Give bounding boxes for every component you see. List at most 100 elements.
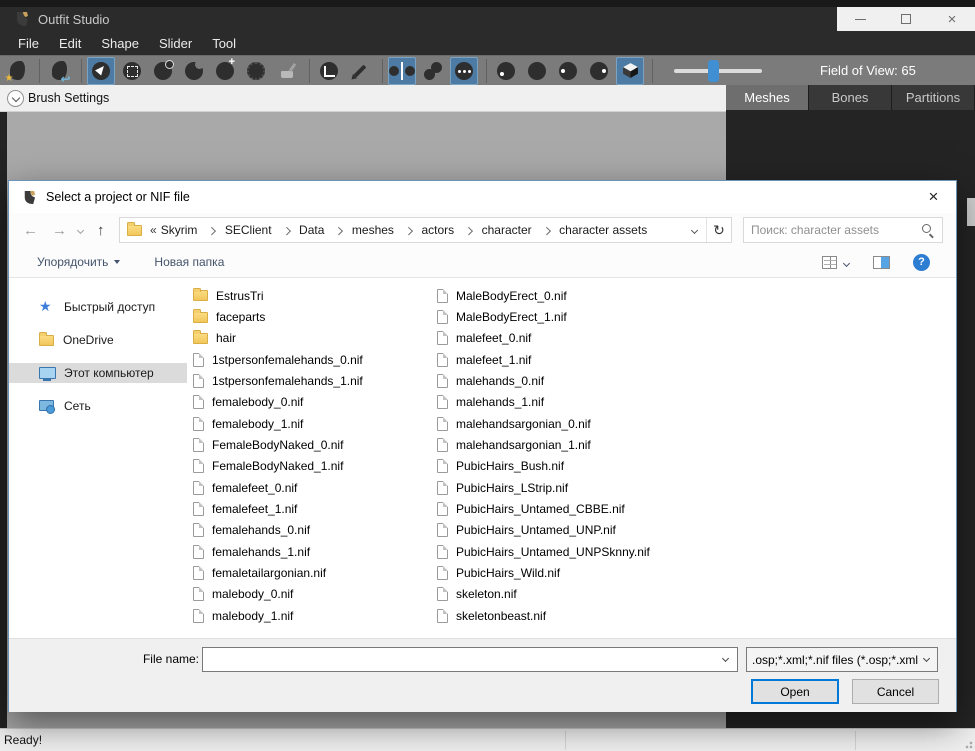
file-item[interactable]: PubicHairs_Untamed_CBBE.nif (437, 498, 699, 519)
file-item[interactable]: MaleBodyErect_1.nif (437, 306, 699, 327)
cancel-button[interactable]: Cancel (852, 679, 939, 704)
vertex-toggle-4-button[interactable] (585, 57, 613, 85)
recent-locations-chevron[interactable] (77, 226, 84, 233)
filter-dropdown-chevron[interactable] (923, 655, 930, 662)
file-item[interactable]: malehands_1.nif (437, 392, 699, 413)
sidebar-item[interactable]: Сеть (9, 396, 187, 416)
back-button[interactable]: ← (23, 222, 38, 239)
panel-tab[interactable]: Bones (809, 85, 892, 110)
file-item[interactable]: PubicHairs_Bush.nif (437, 456, 699, 477)
file-item[interactable]: skeleton.nif (437, 584, 699, 605)
file-item[interactable]: femaletailargonian.nif (193, 562, 435, 583)
file-item[interactable]: femalehands_1.nif (193, 541, 435, 562)
edit-connected-button[interactable] (450, 57, 478, 85)
breadcrumb-item[interactable]: meshes (350, 223, 420, 237)
file-item[interactable]: 1stpersonfemalehands_1.nif (193, 370, 435, 391)
vertex-toggle-1-button[interactable] (492, 57, 520, 85)
file-name-combo[interactable] (202, 647, 738, 672)
breadcrumb-item[interactable]: Data (297, 223, 350, 237)
search-icon[interactable] (922, 224, 935, 237)
close-button[interactable]: × (929, 7, 975, 31)
file-item[interactable]: FemaleBodyNaked_1.nif (193, 456, 435, 477)
breadcrumb-item[interactable]: Skyrim (159, 223, 223, 237)
mask-brush-button[interactable] (118, 57, 146, 85)
sidebar-item[interactable]: OneDrive (9, 330, 187, 350)
file-item[interactable]: skeletonbeast.nif (437, 605, 699, 626)
load-reference-button[interactable] (45, 57, 73, 85)
search-input[interactable] (751, 223, 922, 237)
maximize-button[interactable] (883, 7, 929, 31)
views-dropdown-chevron[interactable] (843, 259, 850, 266)
address-bar[interactable]: « SkyrimSEClientDatameshesactorscharacte… (119, 217, 732, 243)
breadcrumb-item[interactable]: character (480, 223, 558, 237)
breadcrumb-overflow[interactable]: « (150, 223, 157, 237)
file-item[interactable]: femalefeet_0.nif (193, 477, 435, 498)
file-item[interactable]: FemaleBodyNaked_0.nif (193, 434, 435, 455)
file-item[interactable]: malefeet_0.nif (437, 328, 699, 349)
transform-tool-button[interactable] (315, 57, 343, 85)
panel-tab[interactable]: Partitions (892, 85, 975, 110)
file-item[interactable]: femalebody_1.nif (193, 413, 435, 434)
file-item[interactable]: EstrusTri (193, 285, 435, 306)
perspective-view-button[interactable] (616, 57, 644, 85)
file-item[interactable]: PubicHairs_LStrip.nif (437, 477, 699, 498)
minimize-button[interactable] (837, 7, 883, 31)
address-dropdown-chevron[interactable] (691, 226, 698, 233)
vertex-toggle-2-button[interactable] (523, 57, 551, 85)
file-name-input[interactable] (209, 653, 719, 667)
file-item[interactable]: PubicHairs_Untamed_UNP.nif (437, 520, 699, 541)
pen-tool-button[interactable] (346, 57, 374, 85)
deflate-brush-button[interactable] (180, 57, 208, 85)
smooth-brush-button[interactable] (242, 57, 270, 85)
color-brush-button[interactable] (273, 57, 301, 85)
menu-item[interactable]: File (8, 33, 49, 54)
select-brush-button[interactable] (87, 57, 115, 85)
sidebar-item[interactable]: Этот компьютер (9, 363, 187, 383)
menu-item[interactable]: Edit (49, 33, 91, 54)
file-item[interactable]: PubicHairs_Wild.nif (437, 562, 699, 583)
file-item[interactable]: malebody_0.nif (193, 584, 435, 605)
menu-item[interactable]: Slider (149, 33, 202, 54)
vertex-toggle-3-button[interactable] (554, 57, 582, 85)
breadcrumb-item[interactable]: SEClient (223, 223, 297, 237)
open-button[interactable]: Open (751, 679, 839, 704)
weld-vertices-button[interactable] (419, 57, 447, 85)
file-type-filter[interactable]: .osp;*.xml;*.nif files (*.osp;*.xml (746, 647, 938, 672)
file-item[interactable]: malebody_1.nif (193, 605, 435, 626)
sidebar-item[interactable]: Быстрый доступ (9, 297, 187, 317)
file-name-dropdown-chevron[interactable] (722, 655, 729, 662)
help-icon[interactable]: ? (913, 254, 930, 271)
views-icon[interactable] (822, 256, 837, 269)
file-item[interactable]: malehandsargonian_1.nif (437, 434, 699, 455)
file-item[interactable]: femalebody_0.nif (193, 392, 435, 413)
organize-menu[interactable]: Упорядочить (37, 255, 120, 269)
right-panel-scrollbar[interactable] (967, 198, 975, 226)
dialog-titlebar[interactable]: Select a project or NIF file × (9, 181, 956, 213)
search-box[interactable] (743, 217, 943, 243)
load-project-button[interactable] (3, 57, 31, 85)
titlebar[interactable]: Outfit Studio (0, 7, 975, 31)
file-item[interactable]: femalehands_0.nif (193, 520, 435, 541)
file-item[interactable]: malefeet_1.nif (437, 349, 699, 370)
dialog-close-button[interactable]: × (911, 181, 956, 213)
file-item[interactable]: MaleBodyErect_0.nif (437, 285, 699, 306)
new-folder-button[interactable]: Новая папка (154, 255, 224, 269)
menu-item[interactable]: Tool (202, 33, 246, 54)
menu-item[interactable]: Shape (91, 33, 149, 54)
brush-settings-bar[interactable]: Brush Settings (0, 85, 726, 112)
file-item[interactable]: faceparts (193, 306, 435, 327)
file-item[interactable]: femalefeet_1.nif (193, 498, 435, 519)
preview-pane-icon[interactable] (873, 256, 890, 269)
breadcrumb-item[interactable]: actors (419, 223, 479, 237)
inflate-brush-button[interactable] (149, 57, 177, 85)
up-button[interactable]: ↑ (97, 222, 105, 239)
file-item[interactable]: malehandsargonian_0.nif (437, 413, 699, 434)
forward-button[interactable]: → (52, 222, 67, 239)
file-item[interactable]: malehands_0.nif (437, 370, 699, 391)
x-mirror-button[interactable] (388, 57, 416, 85)
panel-tab[interactable]: Meshes (726, 85, 809, 110)
file-item[interactable]: PubicHairs_Untamed_UNPSknny.nif (437, 541, 699, 562)
fov-slider-handle[interactable] (708, 60, 719, 82)
file-item[interactable]: hair (193, 328, 435, 349)
fov-slider[interactable] (674, 69, 762, 73)
